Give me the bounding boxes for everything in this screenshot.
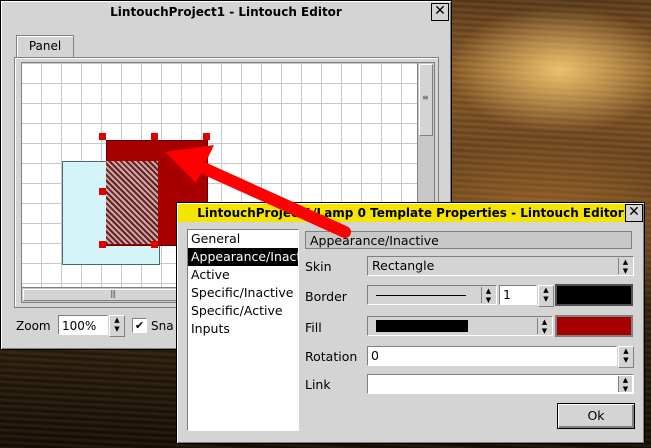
fill-color-button[interactable]: [555, 315, 633, 337]
dialog-title: LintouchProject1/Lamp 0 Template Propert…: [197, 206, 624, 220]
selection-handle[interactable]: [203, 133, 210, 140]
spin-up-icon[interactable]: ▲: [619, 347, 633, 356]
dialog-close-button[interactable]: ✕: [625, 204, 643, 222]
selection-handle[interactable]: [99, 241, 106, 248]
list-item-general[interactable]: General: [188, 230, 298, 248]
close-icon: ✕: [628, 204, 640, 220]
rotation-spinner[interactable]: ▲ ▼: [618, 346, 634, 368]
grip-icon: ≡: [422, 93, 429, 102]
editor-title: LintouchProject1 - Lintouch Editor: [110, 5, 342, 19]
chevron-updown-icon[interactable]: ▲ ▼: [618, 258, 632, 275]
tab-panel[interactable]: Panel: [16, 35, 74, 58]
rotation-input[interactable]: 0: [367, 346, 617, 366]
border-width-spinner[interactable]: ▲ ▼: [538, 285, 554, 307]
chevron-updown-icon[interactable]: ▲ ▼: [618, 376, 632, 393]
selection-handle[interactable]: [151, 133, 158, 140]
list-item-specific-inactive[interactable]: Specific/Inactive: [188, 284, 298, 302]
property-page-list: General Appearance/Inactive Active Speci…: [187, 229, 299, 431]
section-title: Appearance/Inactive: [305, 231, 632, 249]
border-label: Border: [305, 289, 347, 304]
spin-up-icon[interactable]: ▲: [539, 286, 553, 295]
link-select[interactable]: ▲ ▼: [367, 374, 634, 394]
selection-handle[interactable]: [99, 133, 106, 140]
chevron-updown-icon[interactable]: ▲ ▼: [537, 318, 551, 335]
vertical-scroll-thumb[interactable]: ≡: [419, 64, 433, 136]
snap-label: Sna: [151, 319, 174, 333]
zoom-label: Zoom: [16, 319, 51, 333]
link-label: Link: [305, 377, 331, 392]
skin-value: Rectangle: [372, 258, 435, 273]
list-item-specific-active[interactable]: Specific/Active: [188, 302, 298, 320]
selection-handle[interactable]: [151, 241, 158, 248]
snap-checkbox[interactable]: ✔: [132, 318, 147, 333]
skin-select[interactable]: Rectangle ▲ ▼: [367, 256, 634, 276]
template-properties-dialog: LintouchProject1/Lamp 0 Template Propert…: [176, 202, 645, 444]
border-color-button[interactable]: [555, 284, 633, 306]
list-item-inputs[interactable]: Inputs: [188, 320, 298, 338]
close-icon: ✕: [434, 3, 446, 19]
ok-button[interactable]: Ok: [557, 403, 635, 429]
zoom-spinner[interactable]: ▲ ▼: [109, 315, 125, 337]
checkmark-icon: ✔: [134, 319, 145, 332]
border-width-input[interactable]: 1: [499, 285, 537, 305]
line-style-preview: [376, 295, 466, 296]
spin-down-icon[interactable]: ▼: [539, 295, 553, 304]
list-item-active[interactable]: Active: [188, 266, 298, 284]
spin-down-icon[interactable]: ▼: [619, 356, 633, 365]
border-style-select[interactable]: ▲ ▼: [367, 285, 497, 305]
chevron-updown-icon[interactable]: ▲ ▼: [481, 287, 495, 304]
spin-up-icon[interactable]: ▲: [110, 316, 124, 325]
editor-close-button[interactable]: ✕: [431, 3, 449, 21]
zoom-input[interactable]: 100%: [58, 315, 108, 335]
selection-handle[interactable]: [99, 188, 106, 195]
fill-pattern-preview: [376, 320, 468, 332]
fill-label: Fill: [305, 320, 322, 335]
skin-label: Skin: [305, 259, 332, 274]
fill-pattern-select[interactable]: ▲ ▼: [367, 316, 553, 336]
spin-down-icon[interactable]: ▼: [110, 325, 124, 334]
lamp-overlap-region: [106, 161, 158, 244]
rotation-label: Rotation: [305, 349, 358, 364]
editor-titlebar[interactable]: LintouchProject1 - Lintouch Editor ✕: [3, 3, 449, 21]
dialog-titlebar[interactable]: LintouchProject1/Lamp 0 Template Propert…: [178, 204, 643, 222]
list-item-appearance-inactive[interactable]: Appearance/Inactive: [188, 248, 298, 266]
grip-icon: |||: [110, 289, 116, 298]
